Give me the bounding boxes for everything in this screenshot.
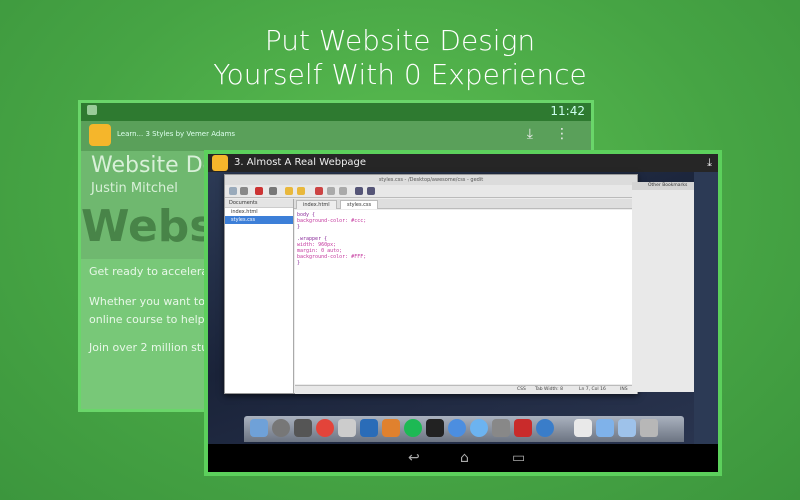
file-item-index[interactable]: index.html: [225, 208, 293, 216]
video-desktop: styles.css - /Desktop/awesome/css - gedi…: [208, 172, 718, 444]
download-icon[interactable]: ⤓: [707, 156, 712, 170]
app-logo-icon[interactable]: [89, 124, 111, 146]
gedit-window: styles.css - /Desktop/awesome/css - gedi…: [224, 174, 638, 394]
front-tablet-screen: 3. Almost A Real Webpage ⤓ styles.css - …: [204, 150, 722, 476]
preview-icon[interactable]: [338, 419, 356, 437]
browser-window-behind: Other Bookmarks: [632, 182, 694, 392]
status-insert-mode: INS: [620, 387, 628, 392]
textmate-icon[interactable]: [514, 419, 532, 437]
applications-folder-icon[interactable]: [618, 419, 636, 437]
editor-status-bar: CSS Tab Width: 8 Ln 7, Col 16 INS: [295, 385, 637, 394]
copy-icon[interactable]: [327, 187, 335, 195]
app-logo-icon[interactable]: [212, 155, 228, 171]
launchpad-icon[interactable]: [272, 419, 290, 437]
downloads-folder-icon[interactable]: [596, 419, 614, 437]
messages-icon[interactable]: [470, 419, 488, 437]
course-author: Justin Mitchel: [91, 181, 178, 196]
tab-styles-css[interactable]: styles.css: [340, 200, 379, 209]
photo-booth-icon[interactable]: [294, 419, 312, 437]
system-preferences-icon[interactable]: [492, 419, 510, 437]
file-item-styles[interactable]: styles.css: [225, 216, 293, 224]
open-icon[interactable]: [240, 187, 248, 195]
mac-dock: [244, 416, 684, 442]
new-icon[interactable]: [229, 187, 237, 195]
documents-sidebar: Documents index.html styles.css: [225, 199, 294, 393]
action-subtitle: Learn... 3 Styles by Vemer Adams: [117, 130, 236, 138]
sidebar-header: Documents: [225, 199, 293, 208]
cut-icon[interactable]: [315, 187, 323, 195]
editor-window-title: styles.css - /Desktop/awesome/css - gedi…: [225, 175, 637, 185]
quicktime-icon[interactable]: [536, 419, 554, 437]
redo-icon[interactable]: [297, 187, 305, 195]
status-language[interactable]: CSS: [517, 386, 526, 394]
chrome-icon[interactable]: [316, 419, 334, 437]
tab-index-html[interactable]: index.html: [296, 200, 337, 209]
headline-line-2: Yourself With 0 Experience: [213, 58, 587, 91]
android-nav-bar: ↩ ⌂ ▭: [208, 444, 718, 472]
replace-icon[interactable]: [367, 187, 375, 195]
status-bar: 11:42: [81, 103, 591, 121]
editor-tabs: index.html styles.css: [294, 199, 637, 209]
code-area[interactable]: body { background-color: #ccc; } .wrappe…: [295, 210, 637, 384]
terminal-icon[interactable]: [426, 419, 444, 437]
recent-apps-icon[interactable]: ▭: [512, 450, 525, 466]
status-tab-width[interactable]: Tab Width: 8: [535, 386, 563, 394]
code-line: }: [297, 260, 301, 266]
search-icon[interactable]: [355, 187, 363, 195]
video-title-bar: 3. Almost A Real Webpage ⤓: [208, 154, 718, 172]
undo-icon[interactable]: [285, 187, 293, 195]
notification-icon: [87, 105, 97, 115]
paste-icon[interactable]: [339, 187, 347, 195]
photoshop-icon[interactable]: [360, 419, 378, 437]
action-bar: Learn... 3 Styles by Vemer Adams ⤓ ⋮: [81, 121, 591, 151]
download-icon[interactable]: ⤓: [527, 126, 533, 142]
finder-icon[interactable]: [250, 419, 268, 437]
headline-line-1: Put Website Design: [264, 24, 536, 57]
back-icon[interactable]: ↩: [408, 450, 420, 466]
illustrator-icon[interactable]: [382, 419, 400, 437]
status-time: 11:42: [550, 104, 585, 118]
print-icon[interactable]: [269, 187, 277, 195]
trash-icon[interactable]: [640, 419, 658, 437]
status-cursor-position: Ln 7, Col 16: [579, 387, 606, 392]
save-icon[interactable]: [255, 187, 263, 195]
bookmark-bar[interactable]: Other Bookmarks: [632, 182, 694, 190]
editor-toolbar: [225, 185, 637, 198]
documents-folder-icon[interactable]: [574, 419, 592, 437]
overflow-menu-icon[interactable]: ⋮: [555, 126, 569, 142]
spotify-icon[interactable]: [404, 419, 422, 437]
desktop-sidebar: [694, 172, 718, 444]
skype-icon[interactable]: [448, 419, 466, 437]
home-icon[interactable]: ⌂: [460, 450, 469, 466]
video-title: 3. Almost A Real Webpage: [234, 157, 367, 168]
